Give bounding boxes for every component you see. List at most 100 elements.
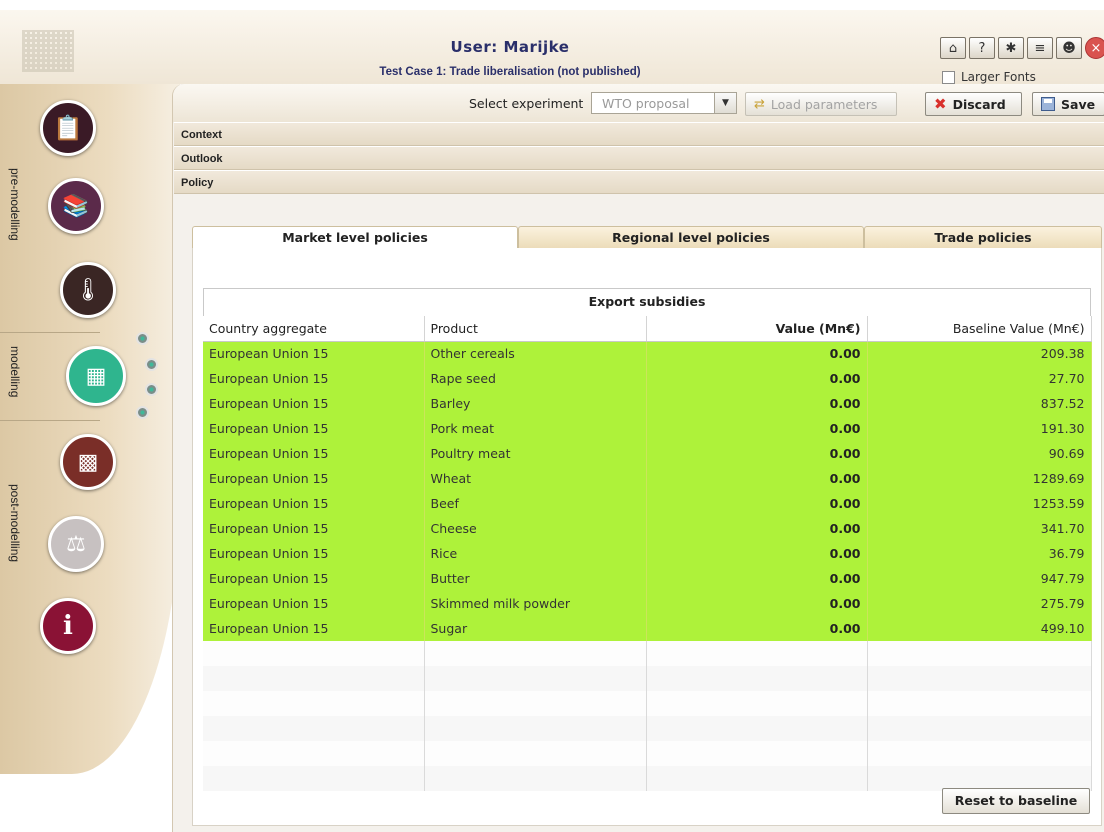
cell-value[interactable]: 0.00 [646,341,868,366]
column-header-baseline[interactable]: Baseline Value (Mn€) [867,316,1092,342]
cell-value[interactable]: 0.00 [646,416,868,441]
empty-cell [424,666,647,691]
empty-cell [203,666,425,691]
table-row[interactable]: European Union 15 Rice 0.00 36.79 [203,541,1092,566]
cell-value[interactable]: 0.00 [646,541,868,566]
empty-cell [203,691,425,716]
help-icon[interactable]: ? [969,37,995,59]
bookmark-icon[interactable]: ≡ [1027,37,1053,59]
cell-country: European Union 15 [203,491,425,516]
tab-trade-policies[interactable]: Trade policies [864,226,1102,248]
empty-cell [424,691,647,716]
table-row[interactable]: European Union 15 Poultry meat 0.00 90.69 [203,441,1092,466]
empty-cell [867,741,1092,766]
accordion-policy[interactable]: Policy [174,170,1104,194]
table-row[interactable]: European Union 15 Butter 0.00 947.79 [203,566,1092,591]
cell-baseline: 499.10 [867,616,1092,641]
substep-dot-4[interactable] [136,406,149,419]
substep-dot-2[interactable] [145,358,158,371]
chevron-down-icon[interactable]: ▼ [714,93,736,113]
calculator-icon: ▦ [85,363,107,389]
cell-product: Poultry meat [424,441,647,466]
step-outlook-button[interactable]: 🌡 [60,262,116,318]
empty-row [203,741,1092,766]
empty-row [203,716,1092,741]
discard-button[interactable]: ✖ Discard [925,92,1022,116]
larger-fonts-toggle[interactable]: Larger Fonts [942,70,1036,84]
step-info-button[interactable]: i [40,598,96,654]
cell-country: European Union 15 [203,616,425,641]
empty-cell [646,691,868,716]
substep-dot-1[interactable] [136,332,149,345]
cell-country: European Union 15 [203,366,425,391]
cell-value[interactable]: 0.00 [646,491,868,516]
cell-baseline: 837.52 [867,391,1092,416]
cell-value[interactable]: 0.00 [646,466,868,491]
cell-product: Butter [424,566,647,591]
tab-regional-level-policies[interactable]: Regional level policies [518,226,864,248]
table-row[interactable]: European Union 15 Beef 0.00 1253.59 [203,491,1092,516]
empty-cell [867,641,1092,666]
table-row[interactable]: European Union 15 Wheat 0.00 1289.69 [203,466,1092,491]
empty-cell [424,741,647,766]
cell-value[interactable]: 0.00 [646,516,868,541]
step-policy-button[interactable]: ▦ [66,346,126,406]
cell-country: European Union 15 [203,516,425,541]
save-button[interactable]: Save [1032,92,1104,116]
table-row[interactable]: European Union 15 Other cereals 0.00 209.38 [203,341,1092,366]
table-body: European Union 15 Other cereals 0.00 209.38… [203,341,1092,791]
table-row[interactable]: European Union 15 Sugar 0.00 499.10 [203,616,1092,641]
cell-value[interactable]: 0.00 [646,591,868,616]
cell-baseline: 275.79 [867,591,1092,616]
close-icon[interactable]: × [1085,37,1104,59]
cell-value[interactable]: 0.00 [646,566,868,591]
accordion-outlook[interactable]: Outlook [174,146,1104,170]
cell-value[interactable]: 0.00 [646,441,868,466]
step-results-button[interactable]: ▩ [60,434,116,490]
empty-cell [424,716,647,741]
info-icon: i [63,611,73,641]
step-data-button[interactable]: 📚 [48,178,104,234]
substep-dot-3[interactable] [145,383,158,396]
reset-to-baseline-button[interactable]: Reset to baseline [942,788,1090,814]
larger-fonts-checkbox[interactable] [942,70,955,84]
thermometer-icon: 🌡 [74,277,102,303]
experiment-select-value: WTO proposal [602,96,690,111]
cell-product: Barley [424,391,647,416]
table-row[interactable]: European Union 15 Rape seed 0.00 27.70 [203,366,1092,391]
table-row[interactable]: European Union 15 Pork meat 0.00 191.30 [203,416,1092,441]
accordion-context[interactable]: Context [174,122,1104,146]
cell-baseline: 27.70 [867,366,1092,391]
larger-fonts-label: Larger Fonts [961,70,1036,84]
app-header: User: Marijke Test Case 1: Trade liberal… [0,0,1104,84]
table-row[interactable]: European Union 15 Barley 0.00 837.52 [203,391,1092,416]
empty-cell [646,766,868,791]
cell-country: European Union 15 [203,391,425,416]
empty-row [203,691,1092,716]
export-subsidies-grid: Export subsidies Country aggregate Produ… [203,288,1092,791]
table-row[interactable]: European Union 15 Cheese 0.00 341.70 [203,516,1092,541]
cell-value[interactable]: 0.00 [646,366,868,391]
step-context-button[interactable]: 📋 [40,100,96,156]
empty-row [203,666,1092,691]
cell-baseline: 947.79 [867,566,1092,591]
save-icon [1041,97,1055,111]
bug-icon[interactable]: ✱ [998,37,1024,59]
table-row[interactable]: European Union 15 Skimmed milk powder 0.00… [203,591,1092,616]
load-parameters-button[interactable]: ⇄ Load parameters [745,92,897,116]
column-header-product[interactable]: Product [424,316,647,342]
cell-value[interactable]: 0.00 [646,616,868,641]
users-icon[interactable]: ☻ [1056,37,1082,59]
column-header-country[interactable]: Country aggregate [203,316,425,342]
cell-product: Skimmed milk powder [424,591,647,616]
cell-value[interactable]: 0.00 [646,391,868,416]
step-compare-button[interactable]: ⚖ [48,516,104,572]
empty-cell [646,741,868,766]
cell-baseline: 1253.59 [867,491,1092,516]
column-header-value[interactable]: Value (Mn€) [646,316,868,342]
experiment-select[interactable]: WTO proposal ▼ [591,92,737,114]
empty-cell [867,691,1092,716]
empty-cell [424,766,647,791]
home-icon[interactable]: ⌂ [940,37,966,59]
tab-market-level-policies[interactable]: Market level policies [192,226,518,248]
